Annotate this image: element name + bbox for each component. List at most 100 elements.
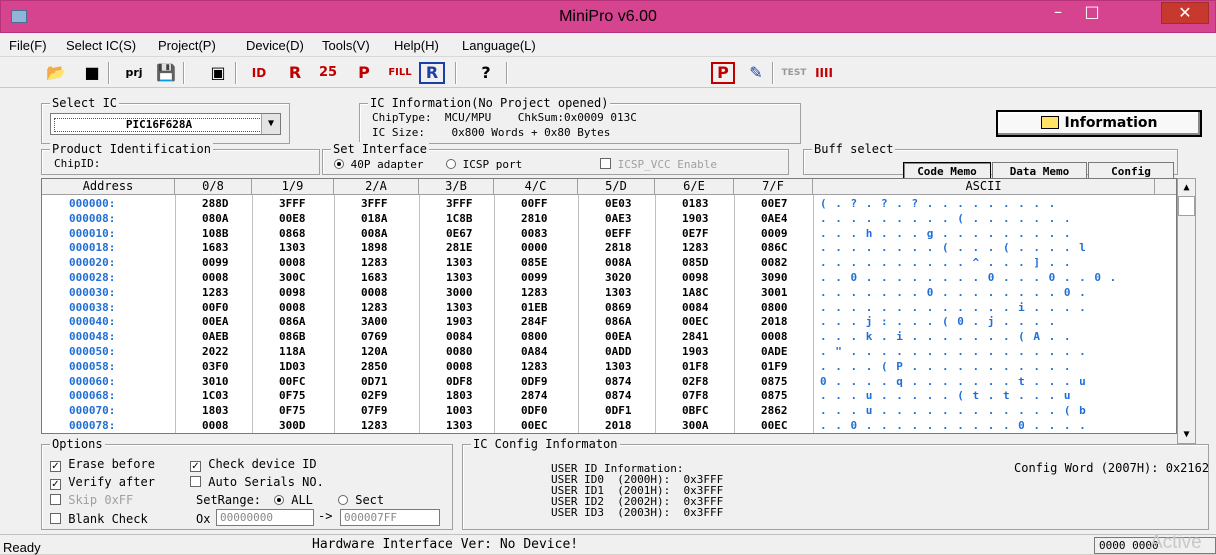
hex-cell[interactable]: 281E bbox=[446, 241, 473, 255]
hex-cell[interactable]: 1283 bbox=[361, 419, 388, 433]
save-icon[interactable]: ■ bbox=[78, 61, 106, 85]
hex-cell[interactable]: 1903 bbox=[682, 345, 709, 359]
hex-cell[interactable]: 2818 bbox=[605, 241, 632, 255]
project-p-icon[interactable]: P bbox=[711, 62, 735, 84]
hex-cell[interactable]: 0008 bbox=[202, 419, 229, 433]
hex-cell[interactable]: 0008 bbox=[202, 271, 229, 285]
read-icon[interactable]: R bbox=[281, 61, 309, 85]
hex-cell[interactable]: 1303 bbox=[605, 286, 632, 300]
icsp-radio[interactable]: ICSP port bbox=[446, 158, 522, 171]
scroll-up-icon[interactable]: ▲ bbox=[1178, 179, 1195, 196]
hex-cell[interactable]: 0183 bbox=[682, 197, 709, 211]
scroll-down-icon[interactable]: ▼ bbox=[1178, 426, 1195, 443]
help-icon[interactable]: ? bbox=[472, 61, 500, 85]
range-to-input[interactable]: 000007FF bbox=[340, 509, 440, 526]
hex-cell[interactable]: 0DF1 bbox=[605, 404, 632, 418]
hex-cell[interactable]: 0874 bbox=[605, 375, 632, 389]
hex-cell[interactable]: 3001 bbox=[761, 286, 788, 300]
hex-cell[interactable]: 2850 bbox=[361, 360, 388, 374]
open-project-icon[interactable]: prj bbox=[120, 61, 148, 85]
fill-icon[interactable]: FILL bbox=[386, 61, 414, 85]
hex-cell[interactable]: 1283 bbox=[521, 360, 548, 374]
ascii-cell[interactable]: . . . u . . . . . . . . . . . . ( b bbox=[820, 404, 1152, 418]
hex-cell[interactable]: 1003 bbox=[446, 404, 473, 418]
hex-cell[interactable]: 3000 bbox=[446, 286, 473, 300]
hex-cell[interactable]: 080A bbox=[202, 212, 229, 226]
hex-cell[interactable]: 0083 bbox=[521, 227, 548, 241]
hex-editor-grid[interactable]: Address 0/8 1/9 2/A 3/B 4/C 5/D 6/E 7/F ASCII 000… bbox=[41, 178, 1177, 434]
hex-cell[interactable]: 00F0 bbox=[202, 301, 229, 315]
hex-cell[interactable]: 1303 bbox=[279, 241, 306, 255]
hex-cell[interactable]: 0769 bbox=[361, 330, 388, 344]
hex-cell[interactable]: 0AEB bbox=[202, 330, 229, 344]
hex-cell[interactable]: 0800 bbox=[761, 301, 788, 315]
hex-cell[interactable]: 0008 bbox=[761, 330, 788, 344]
hex-cell[interactable]: 1283 bbox=[202, 286, 229, 300]
hex-cell[interactable]: 0800 bbox=[521, 330, 548, 344]
hex-cell[interactable]: 0080 bbox=[446, 345, 473, 359]
maximize-button[interactable]: □ bbox=[1078, 2, 1106, 24]
hex-cell[interactable]: 3090 bbox=[761, 271, 788, 285]
check-device-id-checkbox[interactable]: ✓ Check device ID bbox=[190, 457, 317, 472]
hex-cell[interactable]: 0DF0 bbox=[521, 404, 548, 418]
hex-cell[interactable]: 00FC bbox=[279, 375, 306, 389]
hex-cell[interactable]: 2841 bbox=[682, 330, 709, 344]
hex-cell[interactable]: 02F8 bbox=[682, 375, 709, 389]
hex-cell[interactable]: 00EA bbox=[202, 315, 229, 329]
hex-cell[interactable]: 0098 bbox=[279, 286, 306, 300]
menu-help[interactable]: Help(H) bbox=[394, 38, 439, 53]
hex-cell[interactable]: 1303 bbox=[446, 301, 473, 315]
hex-cell[interactable]: 00EC bbox=[521, 419, 548, 433]
hex-cell[interactable]: 0ADE bbox=[761, 345, 788, 359]
hex-cell[interactable]: 07F9 bbox=[361, 404, 388, 418]
hex-cell[interactable]: 0E67 bbox=[446, 227, 473, 241]
menu-device[interactable]: Device(D) bbox=[246, 38, 304, 53]
hex-cell[interactable]: 00E8 bbox=[279, 212, 306, 226]
hex-cell[interactable]: 0DF9 bbox=[521, 375, 548, 389]
range-sect-radio[interactable]: Sect bbox=[338, 493, 384, 507]
hex-cell[interactable]: 01EB bbox=[521, 301, 548, 315]
menu-file[interactable]: File(F) bbox=[9, 38, 47, 53]
hex-cell[interactable]: 2810 bbox=[521, 212, 548, 226]
scroll-thumb[interactable] bbox=[1178, 196, 1195, 216]
print-icon[interactable]: ▣ bbox=[204, 61, 232, 85]
hex-cell[interactable]: 3FFF bbox=[361, 197, 388, 211]
minimize-button[interactable]: – bbox=[1044, 2, 1072, 24]
hex-cell[interactable]: 0008 bbox=[279, 256, 306, 270]
hex-cell[interactable]: 1283 bbox=[361, 301, 388, 315]
hex-cell[interactable]: 086A bbox=[279, 315, 306, 329]
hex-cell[interactable]: 086B bbox=[279, 330, 306, 344]
verify-after-checkbox[interactable]: ✓ Verify after bbox=[50, 475, 155, 490]
hex-cell[interactable]: 0BFC bbox=[682, 404, 709, 418]
open-folder-icon[interactable]: 📂 bbox=[42, 61, 70, 85]
hex-cell[interactable]: 2862 bbox=[761, 404, 788, 418]
ascii-cell[interactable]: . . . . . . . . . . . . . i . . . . bbox=[820, 301, 1152, 315]
ascii-cell[interactable]: . " . . . . . . . . . . . . . . . . bbox=[820, 345, 1152, 359]
hex-cell[interactable]: 085D bbox=[682, 256, 709, 270]
hex-cell[interactable]: 0A84 bbox=[521, 345, 548, 359]
hex-cell[interactable]: 0008 bbox=[361, 286, 388, 300]
hex-cell[interactable]: 1303 bbox=[605, 360, 632, 374]
hex-cell[interactable]: 3010 bbox=[202, 375, 229, 389]
hex-cell[interactable]: 1803 bbox=[202, 404, 229, 418]
hex-cell[interactable]: 1303 bbox=[446, 419, 473, 433]
hex-cell[interactable]: 2018 bbox=[605, 419, 632, 433]
verify-icon[interactable]: R bbox=[419, 62, 445, 84]
hex-cell[interactable]: 00E7 bbox=[761, 197, 788, 211]
menu-language[interactable]: Language(L) bbox=[462, 38, 536, 53]
hex-cell[interactable]: 2874 bbox=[521, 389, 548, 403]
ascii-cell[interactable]: . . . j : . . . ( 0 . j . . . . bbox=[820, 315, 1152, 329]
hex-cell[interactable]: 3A00 bbox=[361, 315, 388, 329]
ascii-cell[interactable]: . . . . . . . 0 . . . . . . . . 0 . bbox=[820, 286, 1152, 300]
hex-cell[interactable]: 3FFF bbox=[446, 197, 473, 211]
hex-cell[interactable]: 03F0 bbox=[202, 360, 229, 374]
hex-cell[interactable]: 1D03 bbox=[279, 360, 306, 374]
ascii-cell[interactable]: . . . . ( P . . . . . . . . . . . bbox=[820, 360, 1152, 374]
hex-cell[interactable]: 0E7F bbox=[682, 227, 709, 241]
ascii-cell[interactable]: . . . u . . . . . ( t . t . . . u bbox=[820, 389, 1152, 403]
hex-cell[interactable]: 01F9 bbox=[761, 360, 788, 374]
edit-icon[interactable]: ✎ bbox=[742, 61, 770, 85]
hex-cell[interactable]: 008A bbox=[361, 227, 388, 241]
hex-cell[interactable]: 0008 bbox=[279, 301, 306, 315]
hex-cell[interactable]: 0099 bbox=[202, 256, 229, 270]
